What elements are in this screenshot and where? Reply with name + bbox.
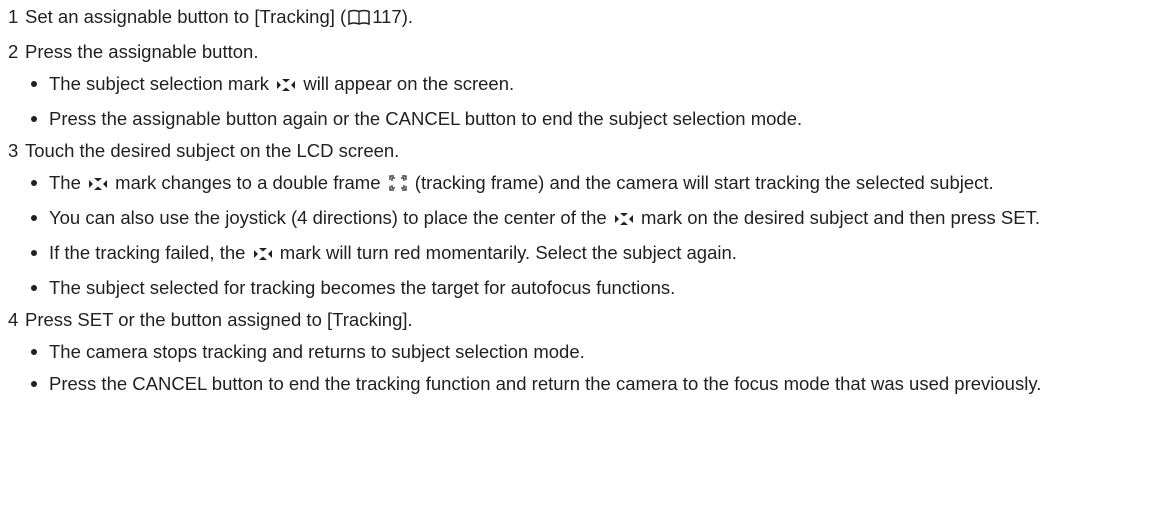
subject-selection-mark-icon — [88, 175, 108, 197]
subject-selection-mark-icon — [276, 76, 296, 98]
bullet-item: The subject selected for tracking become… — [8, 277, 1159, 299]
bullet-text: If the tracking failed, the — [49, 242, 251, 263]
bullet-text: The subject selection mark — [49, 73, 275, 94]
step-4: 4 Press SET or the button assigned to [T… — [8, 309, 1163, 331]
tracking-frame-icon — [388, 174, 408, 197]
step-text-part: ). — [401, 6, 414, 27]
book-icon — [348, 9, 370, 31]
step-3-bullets: The mark changes to a double frame (trac… — [8, 172, 1163, 299]
step-1: 1 Set an assignable button to [Tracking]… — [8, 6, 1163, 31]
step-number: 3 — [8, 140, 19, 161]
bullet-item: The mark changes to a double frame (trac… — [8, 172, 1159, 197]
page-reference-link[interactable]: 117 — [372, 6, 402, 27]
step-2: 2 Press the assignable button. — [8, 41, 1163, 63]
bullet-item: Press the assignable button again or the… — [8, 108, 1159, 130]
step-4-bullets: The camera stops tracking and returns to… — [8, 341, 1163, 395]
step-3: 3 Touch the desired subject on the LCD s… — [8, 140, 1163, 162]
bullet-item: The subject selection mark will appear o… — [8, 73, 1159, 98]
bullet-text: (tracking frame) and the camera will sta… — [409, 172, 994, 193]
bullet-text: The — [49, 172, 87, 193]
bullet-text: mark on the desired subject and then pre… — [635, 207, 1040, 228]
step-text-part: Set an assignable button to [Tracking] ( — [25, 6, 347, 27]
bullet-item: The camera stops tracking and returns to… — [8, 341, 1159, 363]
step-text: Set an assignable button to [Tracking] (… — [25, 6, 1163, 31]
step-2-bullets: The subject selection mark will appear o… — [8, 73, 1163, 130]
bullet-text: mark will turn red momentarily. Select t… — [274, 242, 737, 263]
bullet-text: You can also use the joystick (4 directi… — [49, 207, 612, 228]
step-number: 1 — [8, 6, 19, 27]
bullet-item: You can also use the joystick (4 directi… — [8, 207, 1159, 232]
bullet-text: will appear on the screen. — [298, 73, 515, 94]
bullet-text: mark changes to a double frame — [110, 172, 386, 193]
step-number: 2 — [8, 41, 19, 62]
step-text: Press the assignable button. — [25, 41, 259, 62]
subject-selection-mark-icon — [614, 210, 634, 232]
step-text: Touch the desired subject on the LCD scr… — [25, 140, 400, 161]
step-text: Press SET or the button assigned to [Tra… — [25, 309, 413, 330]
step-number: 4 — [8, 309, 19, 330]
bullet-item: If the tracking failed, the mark will tu… — [8, 242, 1159, 267]
manual-page: 1 Set an assignable button to [Tracking]… — [0, 0, 1163, 395]
subject-selection-mark-icon — [253, 245, 273, 267]
bullet-item: Press the CANCEL button to end the track… — [8, 373, 1159, 395]
